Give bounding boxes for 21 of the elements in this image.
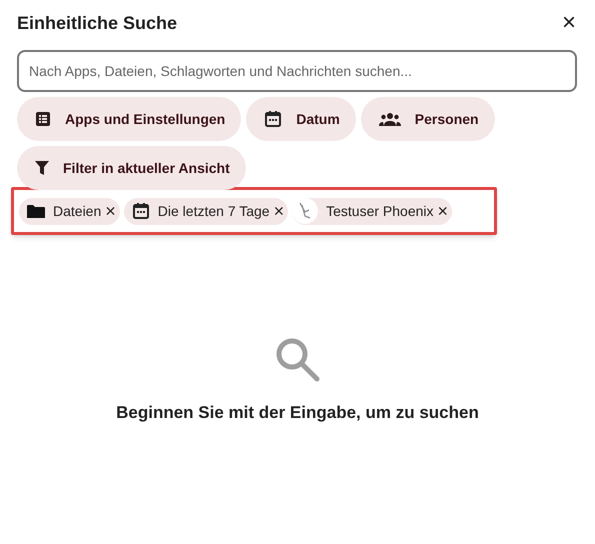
filter-button[interactable]: Personen (360, 97, 495, 141)
chip-label: Testuser Phoenix (326, 202, 434, 220)
search-field[interactable]: Nach Apps, Dateien, Schlagworten und Nachrichten suchen... (17, 50, 577, 92)
avatar-icon (292, 198, 318, 224)
chip-label: Die letzten 7 Tage (158, 202, 270, 221)
list-icon (35, 111, 51, 127)
empty-state-message: Beginnen Sie mit der Eingabe, um zu suchen (116, 402, 479, 424)
folder-icon (27, 204, 45, 218)
filter-button[interactable]: Datum (246, 97, 356, 141)
filter-button[interactable]: Apps und Einstellungen (17, 97, 242, 141)
filter-icon (35, 160, 49, 176)
remove-button[interactable]: × (274, 202, 284, 220)
dialog-title: Einheitliche Suche (17, 12, 178, 34)
close-button[interactable]: × (562, 11, 576, 35)
remove-button[interactable]: × (438, 202, 448, 220)
filter-button[interactable]: Filter in aktueller Ansicht (17, 146, 246, 190)
people-icon (378, 111, 401, 127)
calendar-icon (264, 110, 282, 128)
remove-button[interactable]: × (105, 202, 116, 220)
calendar-icon (132, 202, 150, 220)
chip-label: Dateien (53, 202, 102, 220)
